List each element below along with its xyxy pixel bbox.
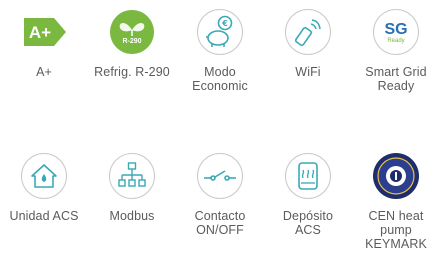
svg-text:Ready: Ready (387, 38, 404, 44)
svg-text:€: € (221, 19, 228, 28)
feature-label: Modo Economic (192, 65, 248, 93)
feature-unidad-acs: Unidad ACS (0, 152, 88, 223)
feature-label: Smart Grid Ready (365, 65, 427, 93)
keymark-seal-icon (372, 152, 420, 200)
house-water-drop-icon (20, 152, 68, 200)
switch-contact-icon (196, 152, 244, 200)
feature-refrigerant: R-290 Refrig. R-290 (88, 8, 176, 79)
svg-text:R-290: R-290 (122, 38, 141, 45)
wifi-remote-icon (284, 8, 332, 56)
piggy-bank-euro-icon: € (196, 8, 244, 56)
feature-modbus: Modbus (88, 152, 176, 223)
feature-label: WiFi (295, 65, 321, 79)
water-tank-icon (284, 152, 332, 200)
feature-a-plus: A+ A+ (0, 8, 88, 79)
refrigerant-leaf-icon: R-290 (108, 8, 156, 56)
feature-contacto: Contacto ON/OFF (176, 152, 264, 237)
feature-label: Depósito ACS (282, 209, 334, 237)
feature-label: A+ (36, 65, 52, 79)
feature-label: Modbus (109, 209, 155, 223)
feature-label: CEN heat pump KEYMARK (365, 209, 427, 251)
feature-label: Unidad ACS (9, 209, 79, 223)
feature-label: Refrig. R-290 (94, 65, 170, 79)
feature-smart-grid: SG Ready Smart Grid Ready (352, 8, 440, 93)
svg-text:A+: A+ (29, 23, 51, 42)
feature-deposito-acs: Depósito ACS (264, 152, 352, 237)
feature-label: Contacto ON/OFF (194, 209, 246, 237)
a-plus-energy-label-icon: A+ (20, 8, 68, 56)
feature-keymark: CEN heat pump KEYMARK (352, 152, 440, 251)
smart-grid-ready-icon: SG Ready (372, 8, 420, 56)
feature-wifi: WiFi (264, 8, 352, 79)
svg-text:SG: SG (384, 21, 407, 38)
network-hierarchy-icon (108, 152, 156, 200)
feature-modo-economic: € Modo Economic (176, 8, 264, 93)
